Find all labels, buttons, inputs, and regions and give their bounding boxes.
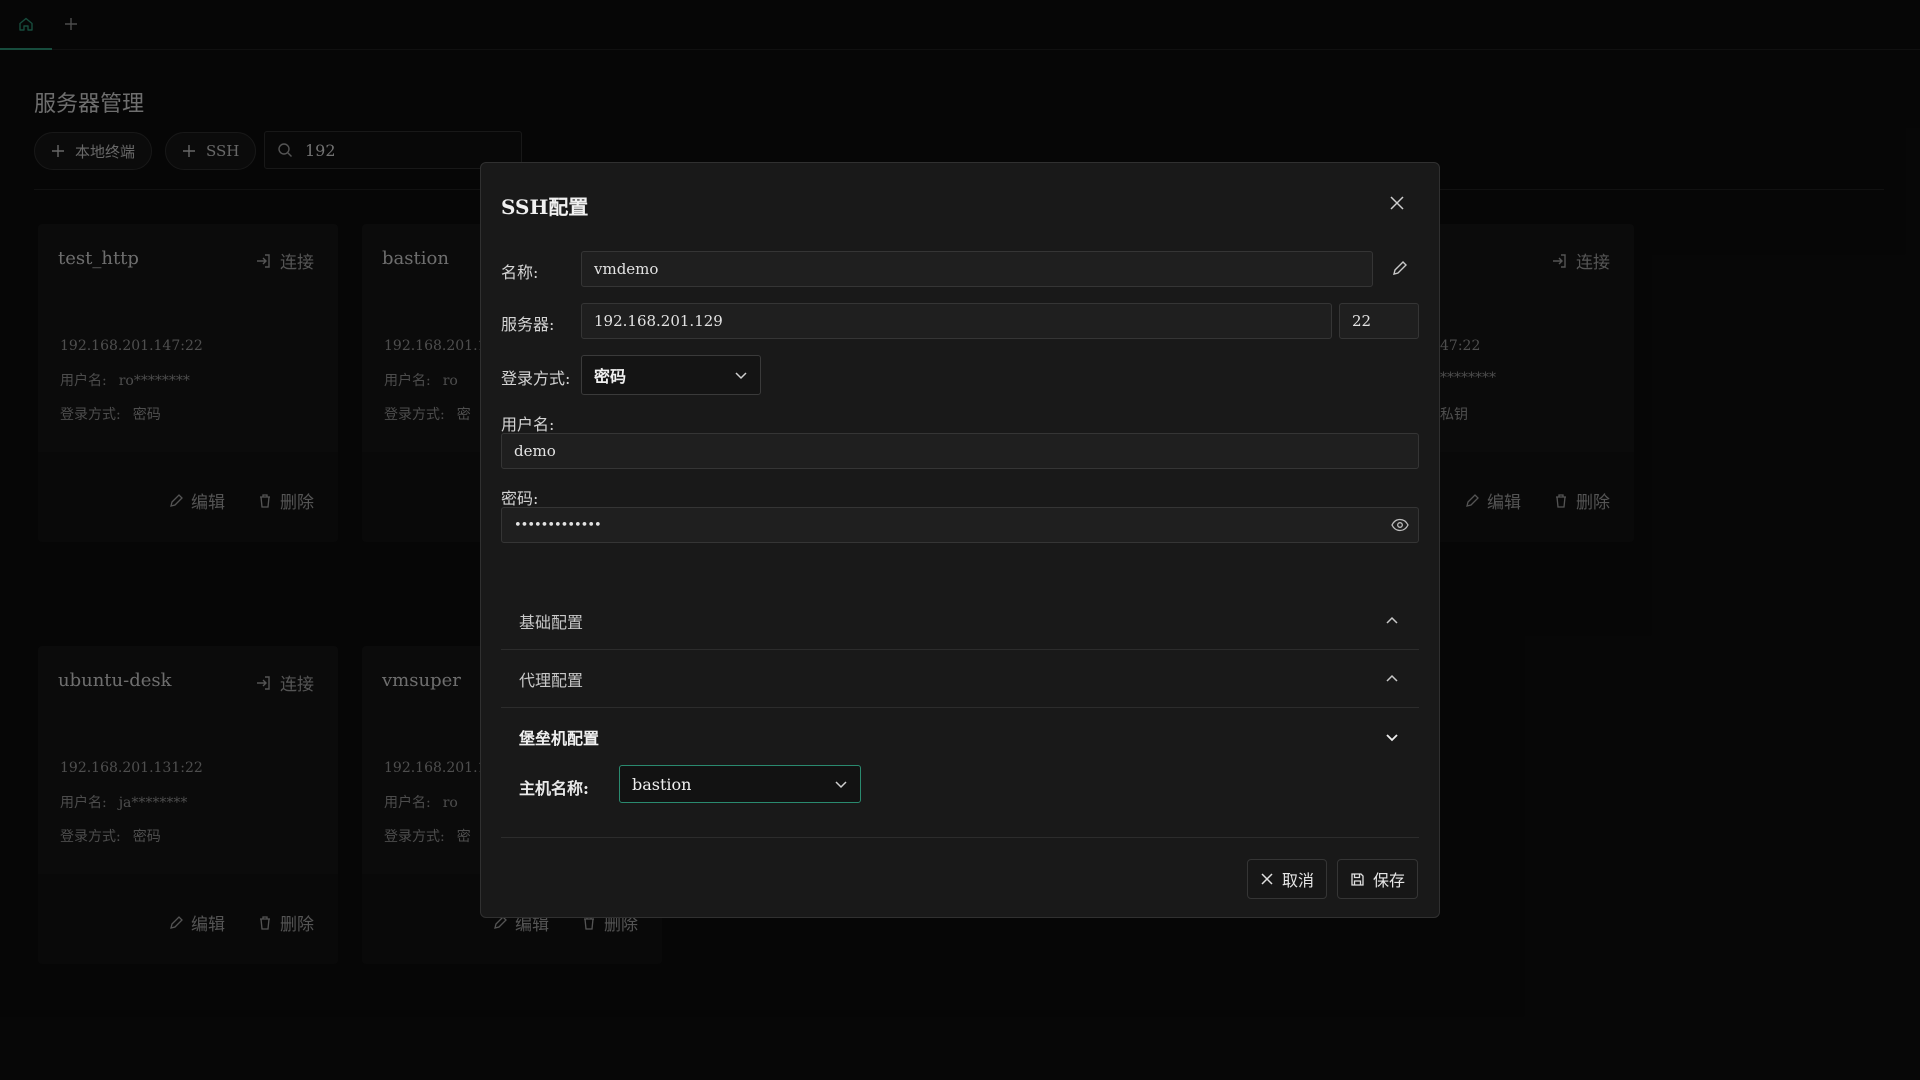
chevron-up-icon [1385, 614, 1399, 628]
cancel-button[interactable]: 取消 [1247, 859, 1328, 899]
cancel-label: 取消 [1282, 871, 1315, 890]
name-field[interactable]: vmdemo [581, 251, 1373, 287]
pencil-icon [1391, 259, 1409, 277]
section-label: 基础配置 [519, 612, 584, 632]
bastion-host-select[interactable]: bastion [619, 765, 861, 803]
chevron-down-icon [1385, 730, 1399, 744]
dialog-title: SSH配置 [501, 195, 589, 219]
host-value: bastion [632, 774, 692, 794]
server-value: 192.168.201.129 [594, 312, 723, 330]
name-value: vmdemo [594, 260, 659, 278]
save-label: 保存 [1373, 871, 1406, 890]
close-icon [1389, 195, 1405, 211]
login-method-value: 密码 [594, 367, 627, 386]
eye-icon [1391, 517, 1409, 533]
footer-divider [501, 837, 1419, 838]
close-icon [1260, 872, 1274, 886]
username-value: demo [514, 442, 556, 460]
ssh-config-dialog: SSH配置 名称: vmdemo 服务器: 192.168.201.129 22… [480, 162, 1440, 918]
login-method-select[interactable]: 密码 [581, 355, 761, 395]
username-field[interactable]: demo [501, 433, 1419, 469]
name-label: 名称: [501, 263, 539, 282]
username-label: 用户名: [501, 415, 555, 434]
login-method-label: 登录方式: [501, 369, 571, 388]
password-label: 密码: [501, 489, 539, 508]
section-label: 代理配置 [519, 670, 584, 690]
bastion-config-section[interactable]: 堡垒机配置 [501, 708, 1419, 766]
port-field[interactable]: 22 [1339, 303, 1419, 339]
proxy-config-section[interactable]: 代理配置 [501, 650, 1419, 708]
host-name-label: 主机名称: [519, 779, 589, 798]
section-label: 堡垒机配置 [519, 729, 600, 748]
close-button[interactable] [1385, 191, 1409, 215]
edit-name-button[interactable] [1391, 259, 1409, 277]
save-button[interactable]: 保存 [1337, 859, 1419, 899]
toggle-password-button[interactable] [1391, 517, 1409, 533]
chevron-down-icon [734, 368, 748, 382]
password-field[interactable]: ••••••••••••• [501, 507, 1419, 543]
port-value: 22 [1352, 312, 1372, 330]
server-field[interactable]: 192.168.201.129 [581, 303, 1332, 339]
password-value: ••••••••••••• [514, 517, 602, 533]
server-label: 服务器: [501, 315, 555, 334]
basic-config-section[interactable]: 基础配置 [501, 592, 1419, 650]
chevron-up-icon [1385, 672, 1399, 686]
save-icon [1350, 872, 1365, 887]
chevron-down-icon [834, 777, 848, 791]
